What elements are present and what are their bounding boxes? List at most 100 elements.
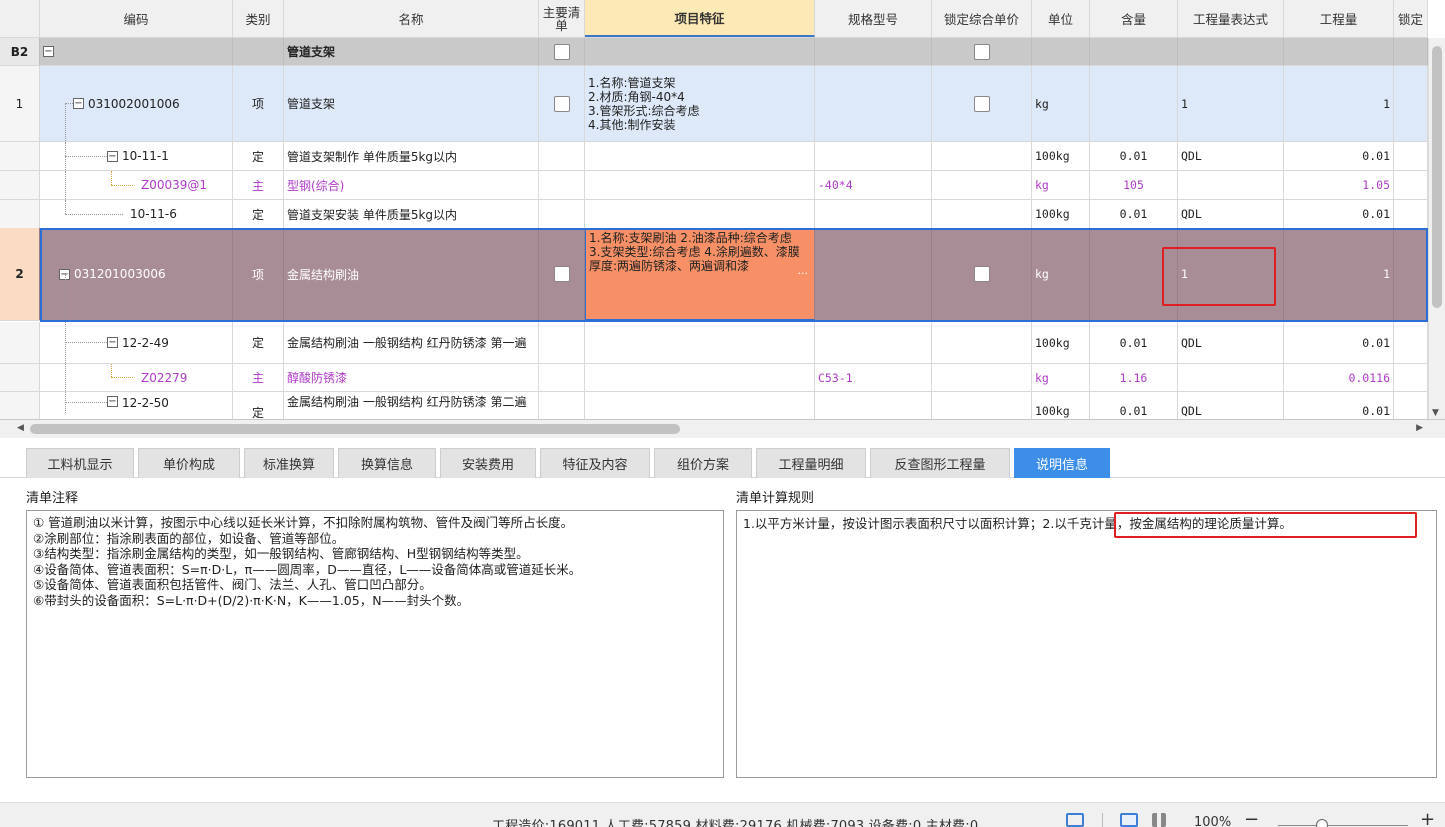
name-cell[interactable]: 管道支架 bbox=[284, 66, 539, 141]
scrollbar-thumb[interactable] bbox=[1432, 46, 1442, 308]
collapse-icon[interactable]: − bbox=[43, 46, 54, 57]
table-row[interactable]: − 10-11-1 定 管道支架制作 单件质量5kg以内 100kg 0.01 … bbox=[0, 142, 1428, 171]
header-code[interactable]: 编码 bbox=[40, 0, 233, 37]
table-row[interactable]: 1 − 031002001006 项 管道支架 1.名称:管道支架 2.材质:角… bbox=[0, 66, 1428, 142]
main-bill-checkbox[interactable] bbox=[553, 95, 570, 112]
spec-cell[interactable]: C53-1 bbox=[815, 364, 932, 391]
tab-conversion-info[interactable]: 换算信息 bbox=[338, 448, 436, 478]
unit-cell[interactable]: kg bbox=[1032, 364, 1090, 391]
view-split-icon[interactable] bbox=[1152, 813, 1166, 827]
qty-cell[interactable]: 1 bbox=[1284, 66, 1394, 141]
more-button[interactable]: ··· bbox=[798, 267, 809, 281]
table-row[interactable]: Z02279 主 醇酸防锈漆 C53-1 kg 1.16 0.0116 bbox=[0, 364, 1428, 392]
notes-panel[interactable]: ① 管道刷油以米计算，按图示中心线以延长米计算，不扣除附属构筑物、管件及阀门等所… bbox=[26, 510, 724, 778]
header-spec[interactable]: 规格型号 bbox=[815, 0, 932, 37]
content-cell[interactable]: 0.01 bbox=[1090, 142, 1178, 170]
qty-cell[interactable]: 1 bbox=[1284, 228, 1394, 320]
zoom-slider[interactable] bbox=[1278, 825, 1408, 826]
tab-unit-price[interactable]: 单价构成 bbox=[138, 448, 240, 478]
zoom-out-button[interactable]: − bbox=[1244, 809, 1259, 827]
header-lock-price[interactable]: 锁定综合单价 bbox=[932, 0, 1032, 37]
collapse-icon[interactable]: − bbox=[107, 150, 118, 162]
unit-cell[interactable]: kg bbox=[1032, 171, 1090, 199]
lock-price-checkbox[interactable] bbox=[973, 95, 990, 112]
table-row-selected[interactable]: 2 − 031201003006 项 金属结构刷油 1.名称:支架刷油 2.油漆… bbox=[0, 228, 1428, 321]
table-row[interactable]: Z00039@1 主 型钢(综合) -40*4 kg 105 1.05 bbox=[0, 171, 1428, 200]
header-type[interactable]: 类别 bbox=[233, 0, 284, 37]
tab-reverse-lookup[interactable]: 反查图形工程量 bbox=[870, 448, 1010, 478]
table-row[interactable]: − 12-2-49 定 金属结构刷油 一般钢结构 红丹防锈漆 第一遍 100kg… bbox=[0, 322, 1428, 364]
name-cell[interactable]: 金属结构刷油 一般钢结构 红丹防锈漆 第二遍 bbox=[284, 392, 539, 419]
unit-cell[interactable]: 100kg bbox=[1032, 392, 1090, 419]
tab-features[interactable]: 特征及内容 bbox=[540, 448, 650, 478]
expr-cell[interactable]: QDL bbox=[1178, 392, 1284, 419]
content-cell[interactable]: 0.01 bbox=[1090, 392, 1178, 419]
header-qty-expr[interactable]: 工程量表达式 bbox=[1178, 0, 1284, 37]
tab-labor-material[interactable]: 工料机显示 bbox=[26, 448, 134, 478]
qty-cell[interactable]: 1.05 bbox=[1284, 171, 1394, 199]
collapse-icon[interactable]: − bbox=[107, 337, 118, 348]
qty-cell[interactable]: 0.01 bbox=[1284, 200, 1394, 228]
name-cell[interactable]: 金属结构刷油 一般钢结构 红丹防锈漆 第一遍 bbox=[284, 322, 539, 363]
name-cell[interactable]: 管道支架制作 单件质量5kg以内 bbox=[284, 142, 539, 170]
view-single-icon[interactable] bbox=[1120, 813, 1138, 827]
header-qty[interactable]: 工程量 bbox=[1284, 0, 1394, 37]
features-cell-editing[interactable]: 1.名称:支架刷油 2.油漆品种:综合考虑 3.支架类型:综合考虑 4.涂刷遍数… bbox=[585, 228, 815, 320]
header-rownum[interactable] bbox=[0, 0, 40, 37]
rules-panel[interactable]: 1.以平方米计量，按设计图示表面积尺寸以面积计算；2.以千克计量，按金属结构的理… bbox=[736, 510, 1437, 778]
collapse-icon[interactable]: − bbox=[73, 98, 84, 109]
name-cell[interactable]: 管道支架安装 单件质量5kg以内 bbox=[284, 200, 539, 228]
qty-cell[interactable]: 0.0116 bbox=[1284, 364, 1394, 391]
header-content[interactable]: 含量 bbox=[1090, 0, 1178, 37]
unit-cell[interactable]: kg bbox=[1032, 66, 1090, 141]
expr-cell[interactable]: QDL bbox=[1178, 142, 1284, 170]
layout-icon[interactable] bbox=[1066, 813, 1084, 827]
table-row[interactable]: 10-11-6 定 管道支架安装 单件质量5kg以内 100kg 0.01 QD… bbox=[0, 200, 1428, 229]
unit-cell[interactable]: 100kg bbox=[1032, 142, 1090, 170]
unit-cell[interactable]: kg bbox=[1032, 228, 1090, 320]
tab-pricing-plan[interactable]: 组价方案 bbox=[654, 448, 752, 478]
lock-price-checkbox[interactable] bbox=[973, 266, 990, 282]
expr-cell[interactable]: QDL bbox=[1178, 200, 1284, 228]
expr-cell[interactable]: QDL bbox=[1178, 322, 1284, 363]
qty-cell[interactable]: 0.01 bbox=[1284, 392, 1394, 419]
scroll-left-icon[interactable]: ◀ bbox=[17, 423, 24, 433]
header-lock[interactable]: 锁定 bbox=[1394, 0, 1428, 37]
features-cell[interactable]: 1.名称:管道支架 2.材质:角钢-40*4 3.管架形式:综合考虑 4.其他:… bbox=[585, 66, 815, 141]
main-bill-checkbox[interactable] bbox=[553, 43, 570, 60]
tab-quantity-detail[interactable]: 工程量明细 bbox=[756, 448, 866, 478]
scroll-right-icon[interactable]: ▶ bbox=[1416, 423, 1423, 433]
horizontal-scrollbar[interactable]: ◀ ▶ bbox=[0, 420, 1445, 438]
content-cell[interactable]: 1.16 bbox=[1090, 364, 1178, 391]
name-cell[interactable]: 金属结构刷油 bbox=[284, 228, 539, 320]
header-main-bill[interactable]: 主要清单 bbox=[539, 0, 585, 37]
zoom-slider-knob[interactable] bbox=[1316, 819, 1328, 827]
content-cell[interactable]: 105 bbox=[1090, 171, 1178, 199]
unit-cell[interactable]: 100kg bbox=[1032, 322, 1090, 363]
tab-description[interactable]: 说明信息 bbox=[1014, 448, 1110, 478]
expr-cell[interactable]: 1 bbox=[1178, 228, 1284, 320]
unit-cell[interactable]: 100kg bbox=[1032, 200, 1090, 228]
header-unit[interactable]: 单位 bbox=[1032, 0, 1090, 37]
name-cell[interactable]: 型钢(综合) bbox=[284, 171, 539, 199]
qty-cell[interactable]: 0.01 bbox=[1284, 142, 1394, 170]
lock-price-checkbox[interactable] bbox=[973, 43, 990, 60]
expr-cell[interactable]: 1 bbox=[1178, 66, 1284, 141]
vertical-scrollbar[interactable]: ▼ bbox=[1428, 38, 1445, 419]
content-cell[interactable]: 0.01 bbox=[1090, 200, 1178, 228]
name-cell[interactable]: 醇酸防锈漆 bbox=[284, 364, 539, 391]
qty-cell[interactable]: 0.01 bbox=[1284, 322, 1394, 363]
spec-cell[interactable]: -40*4 bbox=[815, 171, 932, 199]
zoom-in-button[interactable]: + bbox=[1420, 809, 1435, 827]
content-cell[interactable]: 0.01 bbox=[1090, 322, 1178, 363]
scrollbar-thumb[interactable] bbox=[30, 424, 680, 434]
tab-standard-conversion[interactable]: 标准换算 bbox=[244, 448, 334, 478]
main-bill-checkbox[interactable] bbox=[553, 266, 570, 282]
header-features[interactable]: 项目特征 bbox=[585, 0, 815, 37]
scroll-down-icon[interactable]: ▼ bbox=[1432, 408, 1439, 418]
table-row[interactable]: − 12-2-50 定 金属结构刷油 一般钢结构 红丹防锈漆 第二遍 100kg… bbox=[0, 392, 1428, 419]
table-row-section[interactable]: B2 − 管道支架 bbox=[0, 38, 1428, 66]
tab-install-fee[interactable]: 安装费用 bbox=[440, 448, 536, 478]
header-name[interactable]: 名称 bbox=[284, 0, 539, 37]
collapse-icon[interactable]: − bbox=[107, 396, 118, 407]
